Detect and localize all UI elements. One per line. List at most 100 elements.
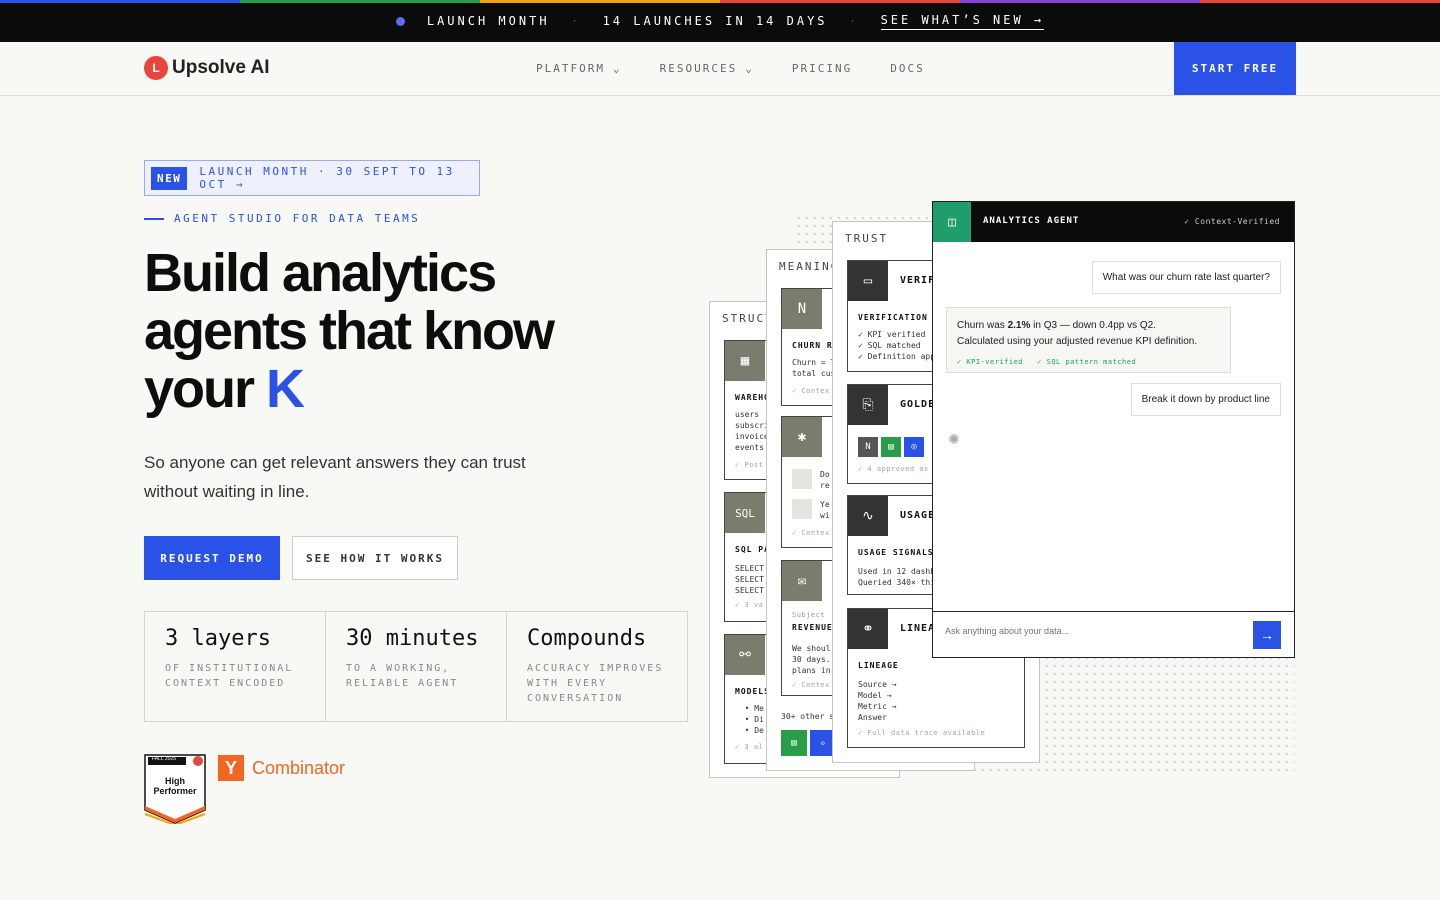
user-message: Break it down by product line — [1130, 383, 1281, 416]
stat-caption: ACCURACY IMPROVES WITH EVERY CONVERSATIO… — [527, 663, 664, 704]
stat-value: Compounds — [527, 626, 647, 651]
logo[interactable]: L Upsolve AI — [144, 56, 270, 80]
block-footer: ✓ 4 approved as — [858, 465, 929, 473]
announcement-launches: 14 LAUNCHES IN 14 DAYS — [602, 14, 828, 28]
chat-icon: ▭ — [848, 261, 888, 301]
yc-icon: Y — [218, 755, 244, 781]
g2-season: FALL 2025 — [152, 756, 177, 762]
block-title: VERIF — [900, 275, 936, 286]
golden-chips: N ▤ ◎ — [858, 437, 927, 457]
hero-title-word: your — [144, 359, 255, 419]
block-body: Used in 12 dashb Queried 340× thi — [858, 567, 936, 587]
user-message: What was our churn rate last quarter? — [1091, 261, 1281, 294]
table-icon: ▦ — [725, 341, 765, 381]
block-body: ✓ KPI verified ✓ SQL matched ✓ Definitio… — [858, 330, 936, 361]
agent-answer: Churn was 2.1% in Q3 — down 0.4pp vs Q2.… — [946, 307, 1231, 373]
hero-title-line-1: Build analytics — [144, 243, 497, 303]
answer-checks: ✓ KPI-verified ✓ SQL pattern matched — [957, 354, 1220, 370]
chevron-down-icon: ⌄ — [745, 62, 754, 75]
block-label: VERIFICATION — [858, 313, 928, 322]
mail-icon: ✉ — [782, 561, 822, 601]
answer-text: Churn was — [957, 320, 1008, 331]
stats-panel: 3 layers OF INSTITUTIONAL CONTEXT ENCODE… — [144, 611, 688, 722]
chat-input[interactable] — [945, 626, 1235, 636]
block-body: • Me • Di • De — [744, 704, 764, 735]
analytics-agent-panel: ◫ ANALYTICS AGENT ✓ Context-Verified Wha… — [932, 201, 1295, 658]
hero-title-line-3: your K — [144, 360, 664, 418]
hero-title: Build analytics agents that know your K — [144, 244, 664, 418]
answer-line-2: Calculated using your adjusted revenue K… — [957, 336, 1198, 347]
check-sql: ✓ SQL pattern matched — [1037, 358, 1137, 366]
message-body: Ye wi — [820, 500, 830, 520]
g2-label: High Performer — [153, 776, 197, 796]
nav-item-resources[interactable]: RESOURCES ⌄ — [660, 62, 754, 75]
yc-text: Combinator — [252, 757, 346, 778]
block-title: LINEA — [900, 623, 936, 634]
block-label: WAREHO — [735, 393, 770, 402]
answer-line-1: Churn was 2.1% in Q3 — down 0.4pp vs Q2. — [957, 318, 1220, 334]
agent-header: ◫ ANALYTICS AGENT ✓ Context-Verified — [933, 202, 1294, 242]
rainbow-stripe — [0, 0, 1440, 3]
folder-code-icon: ⎘ — [848, 385, 888, 425]
new-tag: NEW — [151, 166, 188, 190]
nav-label: RESOURCES — [659, 62, 738, 75]
chevron-down-icon: ⌄ — [612, 62, 622, 75]
block-footer: ✓ Contex — [792, 529, 830, 537]
eyebrow-line — [144, 217, 164, 220]
hero-subtitle: So anyone can get relevant answers they … — [144, 453, 526, 501]
source-chips: ▤ ℴ — [781, 730, 839, 756]
nav-item-platform[interactable]: PLATFORM ⌄ — [536, 62, 622, 75]
block-body: SELECT SELECT SELECT — [735, 564, 764, 595]
stat-layers: 3 layers OF INSTITUTIONAL CONTEXT ENCODE… — [145, 612, 326, 721]
other-sources-text: 30+ other s — [781, 712, 834, 721]
block-footer: ✓ Contex — [792, 681, 830, 689]
request-demo-button[interactable]: REQUEST DEMO — [144, 536, 280, 580]
logo-text: Upsolve AI — [172, 57, 270, 78]
avatar — [792, 499, 812, 519]
see-how-it-works-button[interactable]: SEE HOW IT WORKS — [292, 536, 458, 580]
block-label: SQL PA — [735, 545, 770, 554]
badge-text: LAUNCH MONTH · 30 SEPT TO 13 OCT → — [199, 165, 455, 191]
stat-value: 30 minutes — [346, 626, 479, 651]
eyebrow: AGENT STUDIO FOR DATA TEAMS — [144, 212, 420, 225]
block-body: We shoul 30 days. plans in — [792, 644, 831, 675]
block-label: LINEAGE — [858, 661, 899, 670]
block-label: REVENUE — [792, 623, 833, 632]
lineage-icon: ⚭ — [848, 609, 888, 649]
stat-caption: OF INSTITUTIONAL CONTEXT ENCODED — [165, 663, 294, 689]
block-body: Churn = T total cus — [792, 358, 836, 378]
send-button[interactable]: → — [1253, 621, 1281, 649]
nav-menu: PLATFORM ⌄ RESOURCES ⌄ PRICING DOCS — [536, 62, 925, 75]
block-footer: ✓ Full data trace available — [858, 729, 986, 737]
stat-value: 3 layers — [165, 626, 271, 651]
hero-title-line-2: agents that know — [144, 301, 555, 361]
separator: · — [849, 15, 859, 27]
email-subject: Subject — [792, 611, 826, 619]
block-title: USAGE — [900, 510, 936, 521]
agent-title: ANALYTICS AGENT — [983, 216, 1080, 226]
nav-item-docs[interactable]: DOCS — [890, 62, 925, 75]
slack-icon: ✱ — [782, 417, 822, 457]
nav-item-pricing[interactable]: PRICING — [792, 62, 852, 75]
block-footer: ✓ 3 al — [735, 743, 764, 751]
start-free-button[interactable]: START FREE — [1174, 42, 1296, 95]
stat-compounds: Compounds ACCURACY IMPROVES WITH EVERY C… — [507, 612, 687, 721]
see-whats-new-link[interactable]: SEE WHAT’S NEW → — [880, 13, 1045, 30]
launch-badge[interactable]: NEW LAUNCH MONTH · 30 SEPT TO 13 OCT → — [144, 160, 480, 196]
loading-spinner-icon: ✺ — [948, 431, 960, 447]
stat-caption: TO A WORKING, RELIABLE AGENT — [346, 663, 459, 689]
chat-input-bar: → — [933, 611, 1294, 657]
answer-text: in Q3 — down 0.4pp vs Q2. — [1030, 320, 1156, 331]
y-combinator-logo: Y Combinator — [218, 755, 345, 781]
model-graph-icon: ⚯ — [725, 635, 765, 675]
separator: · — [571, 15, 581, 27]
block-label: MODELS — [735, 687, 770, 696]
block-footer: ✓ Post — [735, 461, 764, 469]
block-body: Source → Model → Metric → Answer — [858, 680, 897, 722]
block-title: GOLDE — [900, 399, 936, 410]
connector-icon: ◎ — [904, 437, 924, 457]
hero-title-typed: K — [266, 359, 305, 419]
sql-icon: SQL — [725, 493, 765, 533]
sheets-icon: ▤ — [781, 730, 807, 756]
block-body: users subscri invoice events — [735, 410, 769, 452]
